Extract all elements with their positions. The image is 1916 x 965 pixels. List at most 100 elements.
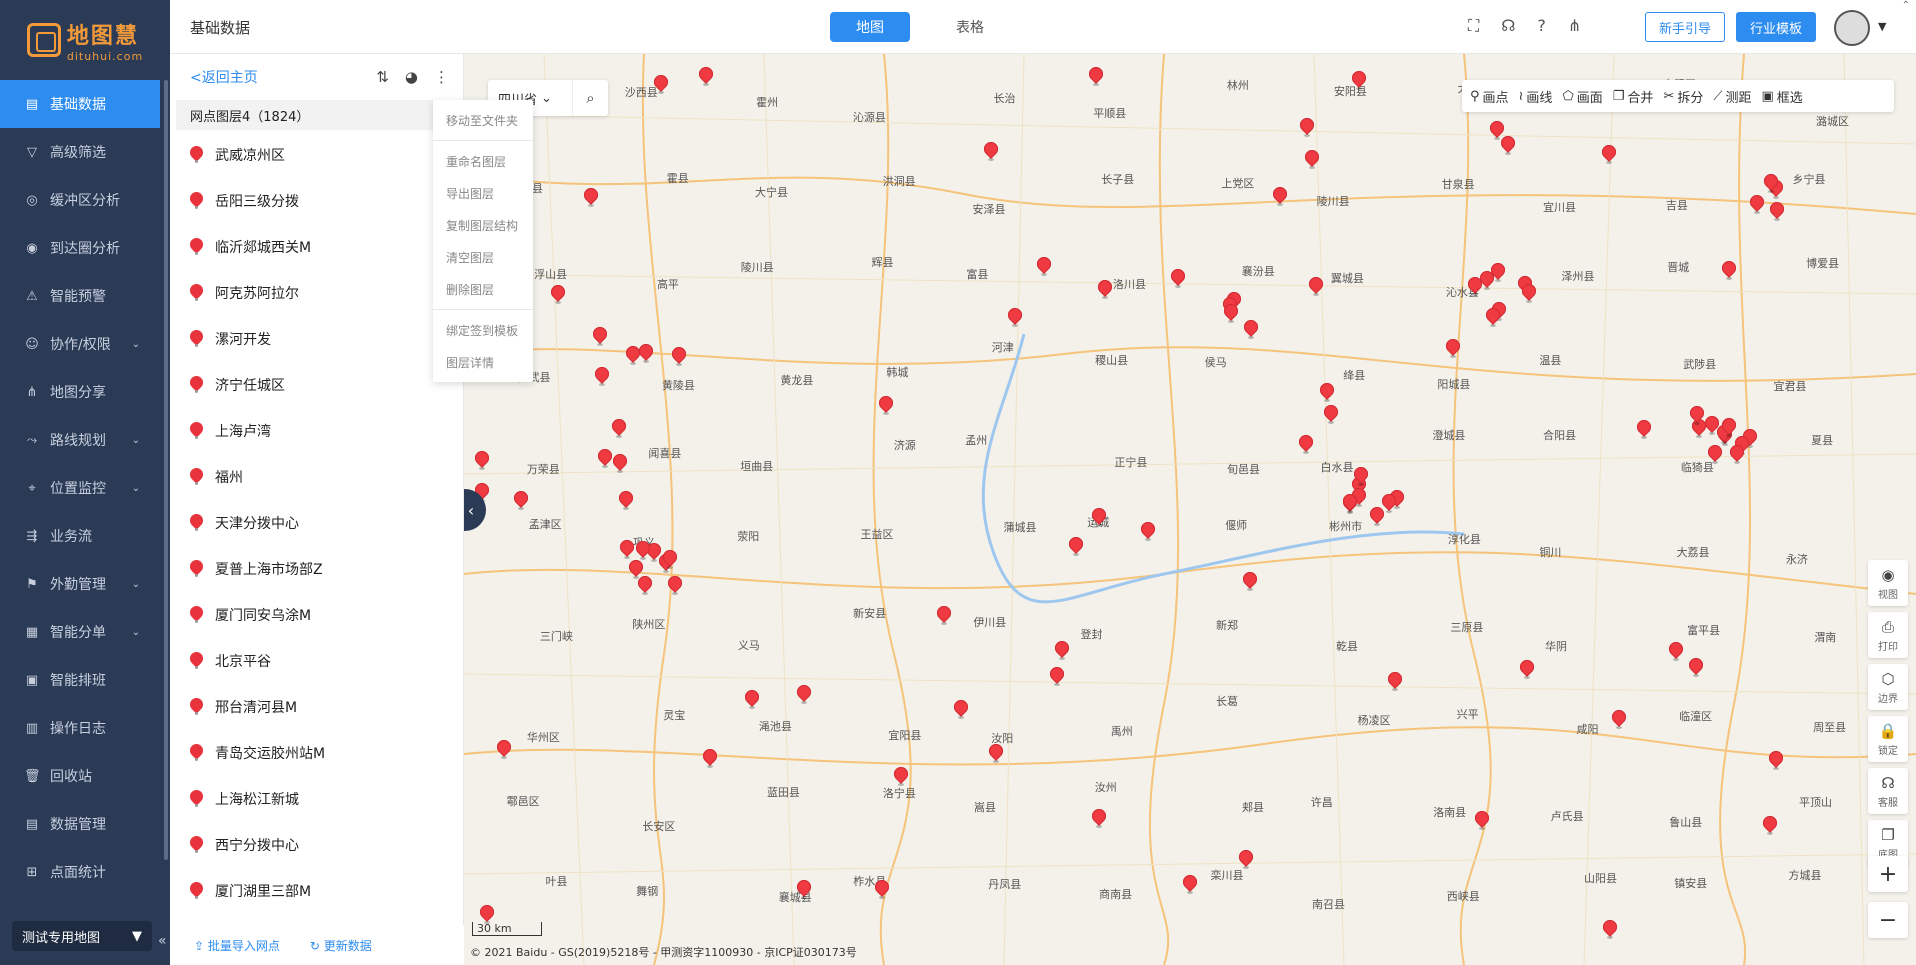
side-tool-button[interactable]: ⬡ 边界 [1868, 664, 1908, 710]
list-item[interactable]: 青岛交运胶州站M [176, 730, 463, 776]
map-marker-icon[interactable] [1445, 339, 1461, 361]
map-marker-icon[interactable] [671, 347, 687, 369]
map-marker-icon[interactable] [1342, 494, 1358, 516]
map-marker-icon[interactable] [1097, 280, 1113, 302]
sidebar-item-3[interactable]: ◉ 到达圈分析 [0, 224, 170, 272]
map-marker-icon[interactable] [1763, 174, 1779, 196]
draw-tool-button[interactable]: ≀ 画线 [1519, 87, 1553, 106]
map-marker-icon[interactable] [1091, 508, 1107, 530]
map-marker-icon[interactable] [1319, 383, 1335, 405]
menu-item[interactable]: 重命名图层 [433, 145, 533, 177]
list-item[interactable]: 北京平谷 [176, 638, 463, 684]
map-marker-icon[interactable] [893, 767, 909, 789]
layer-title[interactable]: 网点图层4（1824） [176, 100, 463, 130]
map-marker-icon[interactable] [637, 576, 653, 598]
map-marker-icon[interactable] [1140, 522, 1156, 544]
sidebar-item-6[interactable]: ⋔ 地图分享 [0, 368, 170, 416]
sidebar-item-0[interactable]: ▤ 基础数据 [0, 80, 160, 128]
map-marker-icon[interactable] [1762, 816, 1778, 838]
list-item[interactable]: 天津分拨中心 [176, 500, 463, 546]
map-marker-icon[interactable] [1729, 445, 1745, 467]
map-marker-icon[interactable] [597, 449, 613, 471]
list-item[interactable]: 漯河开发 [176, 316, 463, 362]
avatar[interactable] [1834, 10, 1870, 46]
map-marker-icon[interactable] [1519, 660, 1535, 682]
list-item[interactable]: 邢台清河县M [176, 684, 463, 730]
sidebar-item-11[interactable]: ▦ 智能分单 ⌄ [0, 608, 170, 656]
map-marker-icon[interactable] [983, 142, 999, 164]
map-marker-icon[interactable] [988, 744, 1004, 766]
map-marker-icon[interactable] [594, 367, 610, 389]
search-icon[interactable]: ⌕ [572, 80, 608, 116]
tab-map[interactable]: 地图 [830, 12, 910, 42]
map-marker-icon[interactable] [936, 606, 952, 628]
map-marker-icon[interactable] [1474, 811, 1490, 833]
map-marker-icon[interactable] [796, 685, 812, 707]
list-item[interactable]: 西宁分拨中心 [176, 822, 463, 868]
map-marker-icon[interactable] [1602, 920, 1618, 942]
map-marker-icon[interactable] [1688, 658, 1704, 680]
sidebar-item-12[interactable]: ▣ 智能排班 [0, 656, 170, 704]
zoom-in-button[interactable]: + [1868, 856, 1908, 892]
map-marker-icon[interactable] [1485, 308, 1501, 330]
map-marker-icon[interactable] [1323, 405, 1339, 427]
menu-item[interactable]: 移动至文件夹 [433, 104, 533, 136]
list-item[interactable]: 夏普上海市场部Z [176, 546, 463, 592]
help-icon[interactable]: ? [1537, 16, 1546, 36]
map-marker-icon[interactable] [1749, 195, 1765, 217]
side-tool-button[interactable]: 🔒 锁定 [1868, 716, 1908, 762]
map-marker-icon[interactable] [1242, 572, 1258, 594]
map-marker-icon[interactable] [550, 285, 566, 307]
map-marker-icon[interactable] [513, 491, 529, 513]
sidebar-item-16[interactable]: ⊞ 点面统计 [0, 848, 170, 896]
map-canvas[interactable]: 延长县沙西县霍州沁源县长治平顺县林州安阳县大宁县古县屯留区潞城区壶关县霍县大宁县… [464, 54, 1916, 965]
map-marker-icon[interactable] [612, 454, 628, 476]
list-item[interactable]: 岳阳三级分拨 [176, 178, 463, 224]
map-marker-icon[interactable] [1769, 202, 1785, 224]
map-marker-icon[interactable] [1308, 277, 1324, 299]
map-marker-icon[interactable] [702, 749, 718, 771]
map-marker-icon[interactable] [698, 67, 714, 89]
map-marker-icon[interactable] [1223, 304, 1239, 326]
draw-tool-button[interactable]: ⚲ 画点 [1470, 87, 1509, 106]
brand-logo[interactable]: 地图慧 dituhui.com [0, 0, 170, 80]
map-marker-icon[interactable] [1689, 406, 1705, 428]
palette-icon[interactable]: ◕ [405, 68, 418, 86]
guide-button[interactable]: 新手引导 [1645, 12, 1725, 42]
zoom-out-button[interactable]: − [1868, 902, 1908, 938]
map-marker-icon[interactable] [1601, 145, 1617, 167]
caret-down-icon[interactable]: ▼ [1878, 20, 1886, 33]
more-icon[interactable]: ⋮ [434, 68, 449, 86]
map-marker-icon[interactable] [496, 740, 512, 762]
headset-icon[interactable]: ☊ [1501, 16, 1515, 36]
map-marker-icon[interactable] [1721, 418, 1737, 440]
map-marker-icon[interactable] [1088, 67, 1104, 89]
menu-item[interactable]: 清空图层 [433, 241, 533, 273]
map-marker-icon[interactable] [1272, 187, 1288, 209]
map-marker-icon[interactable] [1353, 467, 1369, 489]
map-marker-icon[interactable] [1707, 445, 1723, 467]
map-marker-icon[interactable] [1091, 809, 1107, 831]
map-marker-icon[interactable] [1721, 261, 1737, 283]
list-item[interactable]: 武威凉州区 [176, 132, 463, 178]
draw-tool-button[interactable]: ⟋ 测距 [1713, 87, 1751, 106]
sidebar-item-9[interactable]: ⇶ 业务流 [0, 512, 170, 560]
map-marker-icon[interactable] [1668, 642, 1684, 664]
tab-table[interactable]: 表格 [930, 12, 1010, 42]
map-marker-icon[interactable] [796, 880, 812, 902]
map-marker-icon[interactable] [1611, 710, 1627, 732]
map-marker-icon[interactable] [1467, 277, 1483, 299]
menu-item[interactable]: 绑定签到模板 [433, 314, 533, 346]
share-icon[interactable]: ⋔ [1568, 16, 1581, 36]
draw-tool-button[interactable]: ❐ 合并 [1613, 87, 1654, 106]
map-marker-icon[interactable] [611, 419, 627, 441]
map-marker-icon[interactable] [1521, 284, 1537, 306]
list-item[interactable]: 上海卢湾 [176, 408, 463, 454]
list-item[interactable]: 临沂郯城西关M [176, 224, 463, 270]
sidebar-item-13[interactable]: ▥ 操作日志 [0, 704, 170, 752]
list-item[interactable]: 济宁任城区 [176, 362, 463, 408]
refresh-data-button[interactable]: ↻ 更新数据 [310, 937, 372, 954]
sidebar-item-10[interactable]: ⚑ 外勤管理 ⌄ [0, 560, 170, 608]
menu-item[interactable]: 导出图层 [433, 177, 533, 209]
map-select[interactable]: 测试专用地图 ▼ [12, 921, 152, 951]
